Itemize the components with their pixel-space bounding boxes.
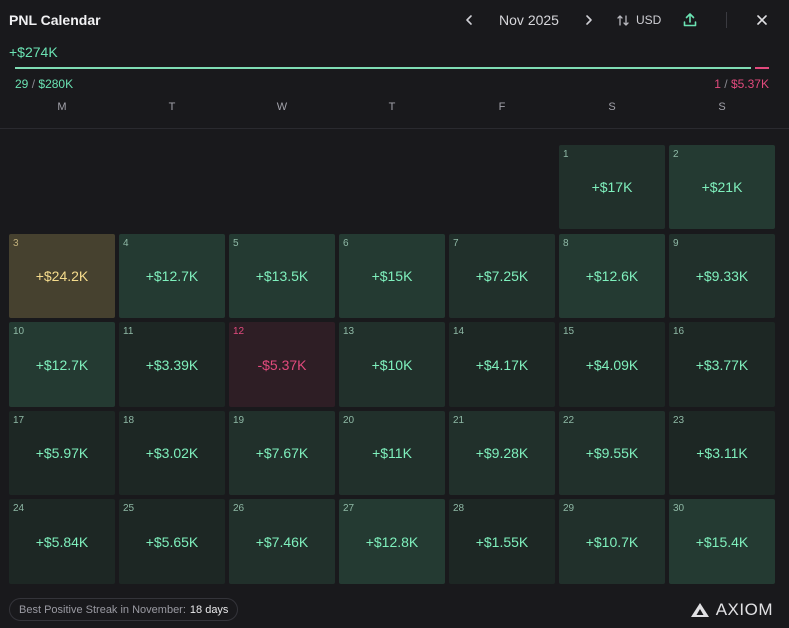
day-number: 26: [233, 503, 245, 514]
day-pnl-value: +$10.7K: [585, 533, 639, 550]
brand-name: AXIOM: [715, 600, 773, 619]
day-number: 3: [13, 238, 19, 249]
axiom-logo-icon: [690, 603, 709, 617]
day-cell[interactable]: 27 +$12.8K: [339, 499, 445, 584]
day-pnl-value: +$7.25K: [475, 268, 529, 284]
day-cell[interactable]: 20 +$11K: [339, 411, 445, 495]
day-pnl-value: +$3.02K: [145, 445, 199, 461]
day-cell[interactable]: 30 +$15.4K: [669, 499, 775, 584]
day-number: 18: [123, 415, 135, 426]
day-cell[interactable]: 23 +$3.11K: [669, 411, 775, 495]
day-pnl-value: +$10K: [371, 356, 413, 373]
day-pnl-value: +$4.09K: [585, 356, 639, 373]
day-cell[interactable]: 14 +$4.17K: [449, 322, 555, 407]
day-pnl-value: +$12.8K: [365, 533, 419, 550]
day-cell[interactable]: 15 +$4.09K: [559, 322, 665, 407]
day-cell[interactable]: 4 +$12.7K: [119, 234, 225, 318]
day-pnl-value: +$7.67K: [255, 445, 309, 461]
day-cell[interactable]: 2 +$21K: [669, 145, 775, 229]
day-number: 30: [673, 503, 685, 514]
day-cell[interactable]: 17 +$5.97K: [9, 411, 115, 495]
day-pnl-value: +$15.4K: [695, 533, 749, 550]
day-cell[interactable]: 28 +$1.55K: [449, 499, 555, 584]
calendar-grid: 1 +$17K 2 +$21K 3 +$24.2K 4 +$12.7K 5 +$13.5K 6 +$1…: [0, 0, 789, 628]
day-cell[interactable]: 13 +$10K: [339, 322, 445, 407]
streak-value: 18 days: [189, 603, 229, 616]
day-number: 28: [453, 503, 465, 514]
day-cell[interactable]: 10 +$12.7K: [9, 322, 115, 407]
day-pnl-value: +$9.33K: [695, 268, 749, 284]
day-number: 20: [343, 415, 355, 426]
day-cell[interactable]: 25 +$5.65K: [119, 499, 225, 584]
day-pnl-value: +$5.84K: [35, 533, 89, 550]
day-pnl-value: -$5.37K: [257, 356, 307, 373]
day-cell[interactable]: 8 +$12.6K: [559, 234, 665, 318]
day-number: 24: [13, 503, 25, 514]
day-pnl-value: +$12.7K: [35, 356, 89, 373]
brand-logo: AXIOM: [690, 600, 773, 620]
day-number: 11: [123, 326, 134, 337]
day-number: 6: [343, 238, 349, 249]
day-number: 12: [233, 326, 245, 337]
day-pnl-value: +$7.46K: [255, 533, 309, 550]
day-pnl-value: +$5.65K: [145, 533, 199, 550]
day-pnl-value: +$12.6K: [585, 268, 639, 284]
day-pnl-value: +$15K: [371, 268, 413, 284]
day-cell[interactable]: 1 +$17K: [559, 145, 665, 229]
day-number: 21: [453, 415, 465, 426]
day-number: 29: [563, 503, 575, 514]
day-number: 5: [233, 238, 239, 249]
day-cell[interactable]: 19 +$7.67K: [229, 411, 335, 495]
day-cell[interactable]: 21 +$9.28K: [449, 411, 555, 495]
day-number: 25: [123, 503, 135, 514]
streak-badge: Best Positive Streak in November: 18 day…: [9, 598, 239, 621]
day-cell[interactable]: 12 -$5.37K: [229, 322, 335, 407]
day-number: 19: [233, 415, 245, 426]
day-pnl-value: +$1.55K: [475, 533, 529, 550]
day-number: 2: [673, 149, 679, 160]
day-cell[interactable]: 3 +$24.2K: [9, 234, 115, 318]
day-number: 13: [343, 326, 355, 337]
day-number: 16: [673, 326, 685, 337]
day-cell[interactable]: 22 +$9.55K: [559, 411, 665, 495]
day-number: 1: [563, 149, 569, 160]
day-pnl-value: +$9.55K: [585, 445, 639, 461]
day-number: 7: [453, 238, 459, 249]
day-number: 10: [13, 326, 25, 337]
day-pnl-value: +$12.7K: [145, 268, 199, 284]
day-cell[interactable]: 24 +$5.84K: [9, 499, 115, 584]
day-cell[interactable]: 7 +$7.25K: [449, 234, 555, 318]
day-number: 15: [563, 326, 575, 337]
day-number: 27: [343, 503, 355, 514]
day-cell[interactable]: 26 +$7.46K: [229, 499, 335, 584]
day-number: 17: [13, 415, 25, 426]
day-pnl-value: +$3.11K: [696, 445, 748, 461]
streak-label: Best Positive Streak in November:: [19, 603, 186, 616]
day-cell[interactable]: 5 +$13.5K: [229, 234, 335, 318]
day-number: 8: [563, 238, 569, 249]
day-cell[interactable]: 18 +$3.02K: [119, 411, 225, 495]
day-number: 4: [123, 238, 129, 249]
day-pnl-value: +$3.39K: [145, 356, 199, 373]
day-pnl-value: +$5.97K: [35, 445, 89, 461]
day-pnl-value: +$4.17K: [475, 356, 529, 373]
day-number: 23: [673, 415, 685, 426]
day-pnl-value: +$3.77K: [695, 356, 749, 373]
day-cell[interactable]: 16 +$3.77K: [669, 322, 775, 407]
day-pnl-value: +$21K: [701, 179, 743, 195]
day-pnl-value: +$17K: [591, 179, 633, 195]
day-cell[interactable]: 6 +$15K: [339, 234, 445, 318]
day-pnl-value: +$9.28K: [475, 445, 529, 461]
day-cell[interactable]: 29 +$10.7K: [559, 499, 665, 584]
day-number: 9: [673, 238, 679, 249]
day-cell[interactable]: 9 +$9.33K: [669, 234, 775, 318]
day-pnl-value: +$13.5K: [255, 268, 309, 284]
day-pnl-value: +$11K: [372, 445, 412, 461]
day-pnl-value: +$24.2K: [35, 268, 89, 284]
day-number: 22: [563, 415, 575, 426]
day-number: 14: [453, 326, 465, 337]
day-cell[interactable]: 11 +$3.39K: [119, 322, 225, 407]
